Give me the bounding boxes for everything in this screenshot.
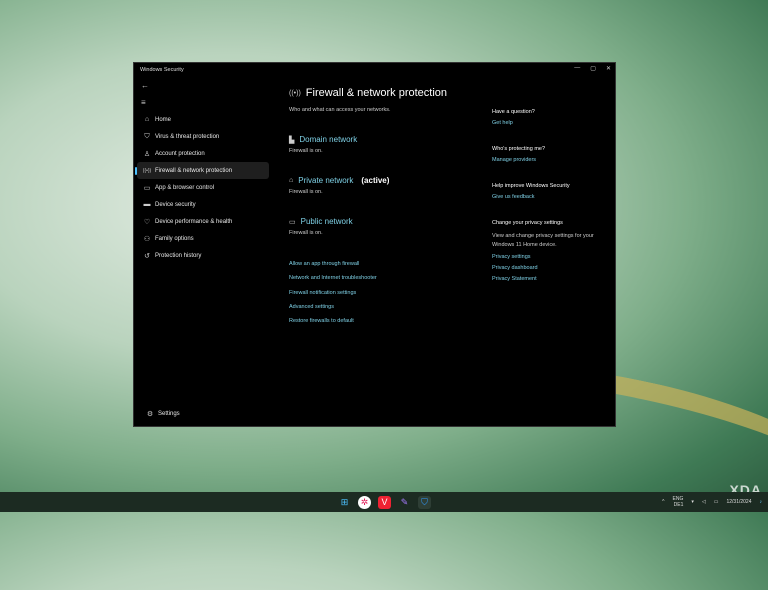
main-content: ((•)) Firewall & network protection Who a… xyxy=(289,87,479,332)
title-bar: Windows Security — ▢ ✕ xyxy=(134,63,615,77)
manage-providers-link[interactable]: Manage providers xyxy=(492,157,612,163)
sidebar-item-label: Account protection xyxy=(155,150,205,157)
sidebar-item-device-security[interactable]: ▬ Device security xyxy=(137,196,269,213)
volume-icon[interactable]: ◁ xyxy=(702,499,706,505)
antenna-icon: ((•)) xyxy=(289,89,301,97)
public-network-icon: ▭ xyxy=(289,218,296,226)
sidebar-item-label: Device security xyxy=(155,201,196,208)
app-icon[interactable]: ✎ xyxy=(398,496,411,509)
get-help-link[interactable]: Get help xyxy=(492,120,612,126)
sidebar-item-family[interactable]: ⚇ Family options xyxy=(137,230,269,247)
sidebar: ← ≡ ⌂ Home ⛉ Virus & threat protection ♙ Ac… xyxy=(134,77,270,426)
sidebar-item-label: Family options xyxy=(155,235,194,242)
laptop-icon: ▬ xyxy=(143,201,151,208)
troubleshooter-link[interactable]: Network and Internet troubleshooter xyxy=(289,275,479,289)
window-title: Windows Security xyxy=(140,67,184,73)
network-name[interactable]: Domain network xyxy=(299,135,357,144)
battery-icon[interactable]: ▭ xyxy=(714,499,719,505)
active-badge: (active) xyxy=(361,176,390,185)
sidebar-item-label: Virus & threat protection xyxy=(155,133,220,140)
vivaldi-icon[interactable]: V xyxy=(378,495,391,509)
heart-icon: ♡ xyxy=(143,218,151,226)
page-title: ((•)) Firewall & network protection xyxy=(289,87,479,99)
windows-security-taskbar-icon[interactable]: ⛉ xyxy=(418,495,431,509)
sidebar-item-firewall[interactable]: ((•)) Firewall & network protection xyxy=(135,162,269,179)
section-heading: Change your privacy settings xyxy=(492,220,563,226)
network-name[interactable]: Public network xyxy=(301,217,353,226)
allow-app-link[interactable]: Allow an app through firewall xyxy=(289,261,479,275)
privacy-statement-link[interactable]: Privacy Statement xyxy=(492,276,612,282)
sidebar-item-label: Home xyxy=(155,116,172,123)
taskbar: ⊞ ✲ V ✎ ⛉ ^ ENG DE1 ▾ ◁ ▭ 12/31/2024 ♪ xyxy=(0,492,768,512)
sidebar-item-label: App & browser control xyxy=(155,184,215,191)
sidebar-item-app-browser[interactable]: ▭ App & browser control xyxy=(137,179,269,196)
browser-icon: ▭ xyxy=(143,184,151,192)
sidebar-item-home[interactable]: ⌂ Home xyxy=(137,111,269,128)
gear-icon: ⚙ xyxy=(146,410,154,418)
privacy-text: View and change privacy settings for you… xyxy=(492,233,594,248)
page-title-text: Firewall & network protection xyxy=(305,87,448,99)
shield-icon: ⛉ xyxy=(144,132,150,140)
network-status: Firewall is on. xyxy=(289,189,323,195)
wifi-icon[interactable]: ▾ xyxy=(691,499,694,505)
person-icon: ♙ xyxy=(143,150,151,158)
page-subtitle: Who and what can access your networks. xyxy=(289,107,391,113)
private-network-icon: ⌂ xyxy=(289,177,294,184)
chevron-up-icon[interactable]: ^ xyxy=(662,499,664,505)
privacy-settings-link[interactable]: Privacy settings xyxy=(492,254,612,260)
section-heading: Who's protecting me? xyxy=(492,146,546,152)
home-icon: ⌂ xyxy=(144,116,150,123)
private-network[interactable]: ⌂ Private network (active) Firewall is on. xyxy=(289,176,479,195)
sidebar-item-label: Device performance & health xyxy=(155,218,233,225)
back-button[interactable]: ← xyxy=(134,77,270,94)
sidebar-item-performance[interactable]: ♡ Device performance & health xyxy=(137,213,269,230)
section-heading: Have a question? xyxy=(492,109,535,115)
sidebar-item-virus[interactable]: ⛉ Virus & threat protection xyxy=(137,128,269,145)
feedback-link[interactable]: Give us feedback xyxy=(492,194,612,200)
notification-settings-link[interactable]: Firewall notification settings xyxy=(289,290,479,304)
language-indicator[interactable]: ENG DE1 xyxy=(673,496,684,508)
restore-defaults-link[interactable]: Restore firewalls to default xyxy=(289,318,479,332)
system-tray: ^ ENG DE1 ▾ ◁ ▭ 12/31/2024 ♪ xyxy=(662,496,762,508)
side-panel: Have a question? Get help Who's protectin… xyxy=(492,109,612,302)
network-status: Firewall is on. xyxy=(289,230,323,236)
antenna-icon: ((•)) xyxy=(142,167,152,174)
region: DE1 xyxy=(673,502,684,508)
advanced-settings-link[interactable]: Advanced settings xyxy=(289,304,479,318)
windows-security-window: Windows Security — ▢ ✕ ← ≡ ⌂ Home ⛉ Virus … xyxy=(133,62,616,427)
sidebar-item-account[interactable]: ♙ Account protection xyxy=(137,145,269,162)
sidebar-item-settings[interactable]: ⚙ Settings xyxy=(140,405,272,422)
family-icon: ⚇ xyxy=(143,235,151,243)
sidebar-item-label: Firewall & network protection xyxy=(155,167,233,174)
notification-bell-icon[interactable]: ♪ xyxy=(760,499,763,505)
sidebar-item-label: Settings xyxy=(158,410,180,417)
minimize-button[interactable]: — xyxy=(574,65,580,72)
network-name[interactable]: Private network xyxy=(298,176,353,185)
section-heading: Help improve Windows Security xyxy=(492,183,570,189)
maximize-button[interactable]: ▢ xyxy=(590,65,596,72)
close-button[interactable]: ✕ xyxy=(606,65,611,72)
public-network[interactable]: ▭ Public network Firewall is on. xyxy=(289,217,479,236)
privacy-dashboard-link[interactable]: Privacy dashboard xyxy=(492,265,612,271)
history-icon: ↺ xyxy=(144,252,150,260)
sidebar-item-history[interactable]: ↺ Protection history xyxy=(137,247,269,264)
domain-network-icon: ▙ xyxy=(289,136,295,144)
domain-network[interactable]: ▙ Domain network Firewall is on. xyxy=(289,135,479,154)
network-status: Firewall is on. xyxy=(289,148,323,154)
sidebar-item-label: Protection history xyxy=(155,252,202,259)
start-icon[interactable]: ⊞ xyxy=(338,496,351,509)
date[interactable]: 12/31/2024 xyxy=(726,499,751,505)
slack-icon[interactable]: ✲ xyxy=(358,495,371,509)
menu-button[interactable]: ≡ xyxy=(134,94,270,111)
